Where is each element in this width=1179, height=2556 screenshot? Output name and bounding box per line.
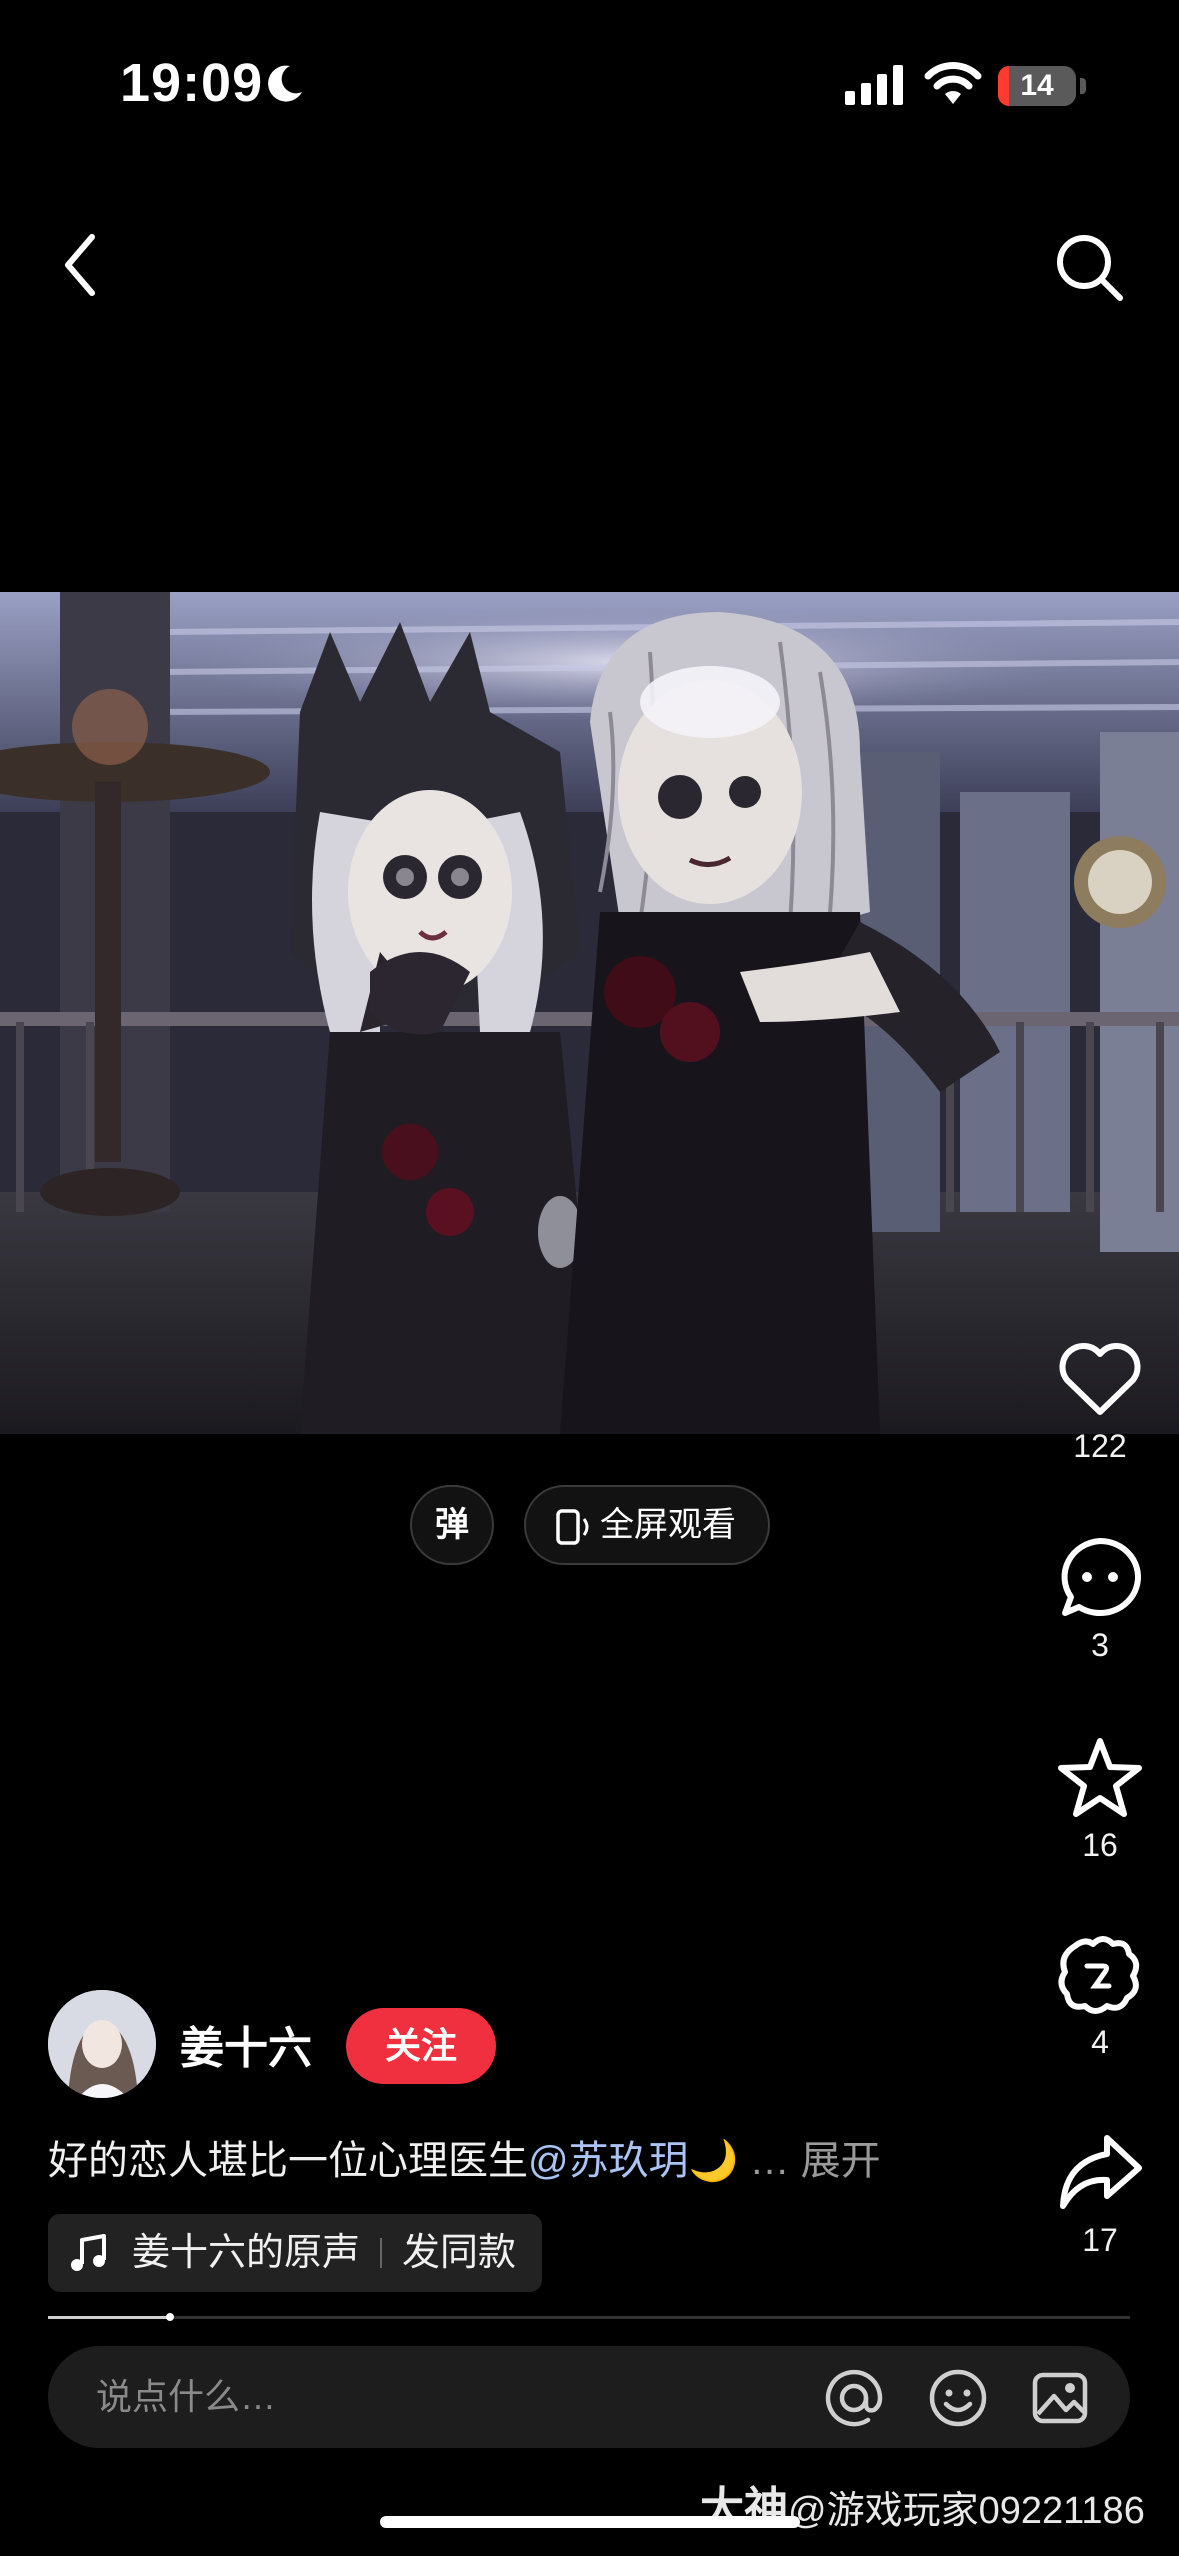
favorite-button[interactable]: 16 <box>1040 1735 1160 1864</box>
follow-button[interactable]: 关注 <box>346 2008 496 2084</box>
use-sound-button[interactable]: 发同款 <box>402 2214 516 2292</box>
battery-cap <box>1080 78 1086 94</box>
expand-caption-link[interactable]: … 展开 <box>750 2139 881 2183</box>
status-bar: 19:09 14 <box>0 0 1179 170</box>
video-progress-fill <box>48 2316 168 2319</box>
like-count: 122 <box>1073 1428 1127 1464</box>
music-chip[interactable]: 姜十六的原声 发同款 <box>48 2214 542 2292</box>
star-icon <box>1058 1738 1142 1817</box>
comment-bar <box>48 2346 1130 2448</box>
video-player[interactable] <box>0 592 1179 1434</box>
heart-icon <box>1059 1343 1141 1415</box>
caption-mention[interactable]: @苏玖玥 <box>528 2139 689 2183</box>
caption-text: 好的恋人堪比一位心理医生 <box>48 2139 528 2183</box>
music-note-icon <box>71 2234 106 2271</box>
battery-percent: 14 <box>1020 69 1054 102</box>
video-progress-handle[interactable] <box>166 2313 174 2321</box>
search-icon[interactable] <box>1050 228 1130 308</box>
music-title: 姜十六的原声 <box>132 2232 361 2274</box>
battery-icon: 14 <box>998 66 1076 106</box>
gift-button[interactable]: 4 <box>1040 1932 1160 2061</box>
watermark-handle: @游戏玩家09221186 <box>788 2490 1145 2532</box>
gift-badge-icon <box>1058 1936 1140 2014</box>
post-caption: 好的恋人堪比一位心理医生@苏玖玥🌙 … 展开 <box>48 2128 881 2186</box>
mention-icon[interactable] <box>824 2368 884 2428</box>
home-indicator[interactable] <box>380 2516 800 2528</box>
share-button[interactable]: 17 <box>1040 2130 1160 2259</box>
signal-icon <box>845 65 903 105</box>
danmaku-label: 弹 <box>435 1506 469 1544</box>
like-button[interactable]: 122 <box>1040 1340 1160 1465</box>
author-avatar[interactable] <box>48 1990 156 2098</box>
favorite-count: 16 <box>1082 1827 1118 1863</box>
moon-icon <box>268 65 302 102</box>
music-divider <box>380 2238 382 2268</box>
emoji-icon[interactable] <box>928 2368 988 2428</box>
avatar-image <box>48 1990 156 2098</box>
rotate-screen-icon <box>556 1509 589 1545</box>
author-name[interactable]: 姜十六 <box>180 2012 312 2076</box>
comment-bubble-icon <box>1061 1538 1141 1616</box>
image-icon[interactable] <box>1030 2368 1090 2428</box>
follow-label: 关注 <box>384 2025 457 2066</box>
comment-button[interactable]: 3 <box>1040 1535 1160 1664</box>
caption-emoji: 🌙 <box>688 2139 739 2183</box>
back-chevron-icon[interactable] <box>52 225 112 305</box>
comment-count: 3 <box>1091 1627 1109 1663</box>
danmaku-toggle-button[interactable]: 弹 <box>410 1485 494 1565</box>
wifi-icon <box>924 62 982 104</box>
gift-count: 4 <box>1091 2024 1109 2060</box>
share-arrow-icon <box>1060 2135 1142 2209</box>
video-scene-image <box>0 592 1179 1434</box>
status-time: 19:09 <box>120 53 264 113</box>
comment-input[interactable] <box>96 2346 796 2448</box>
share-count: 17 <box>1082 2222 1118 2258</box>
fullscreen-button[interactable]: 全屏观看 <box>524 1485 770 1565</box>
video-progress-bar[interactable] <box>48 2316 1130 2319</box>
fullscreen-label: 全屏观看 <box>600 1506 736 1544</box>
